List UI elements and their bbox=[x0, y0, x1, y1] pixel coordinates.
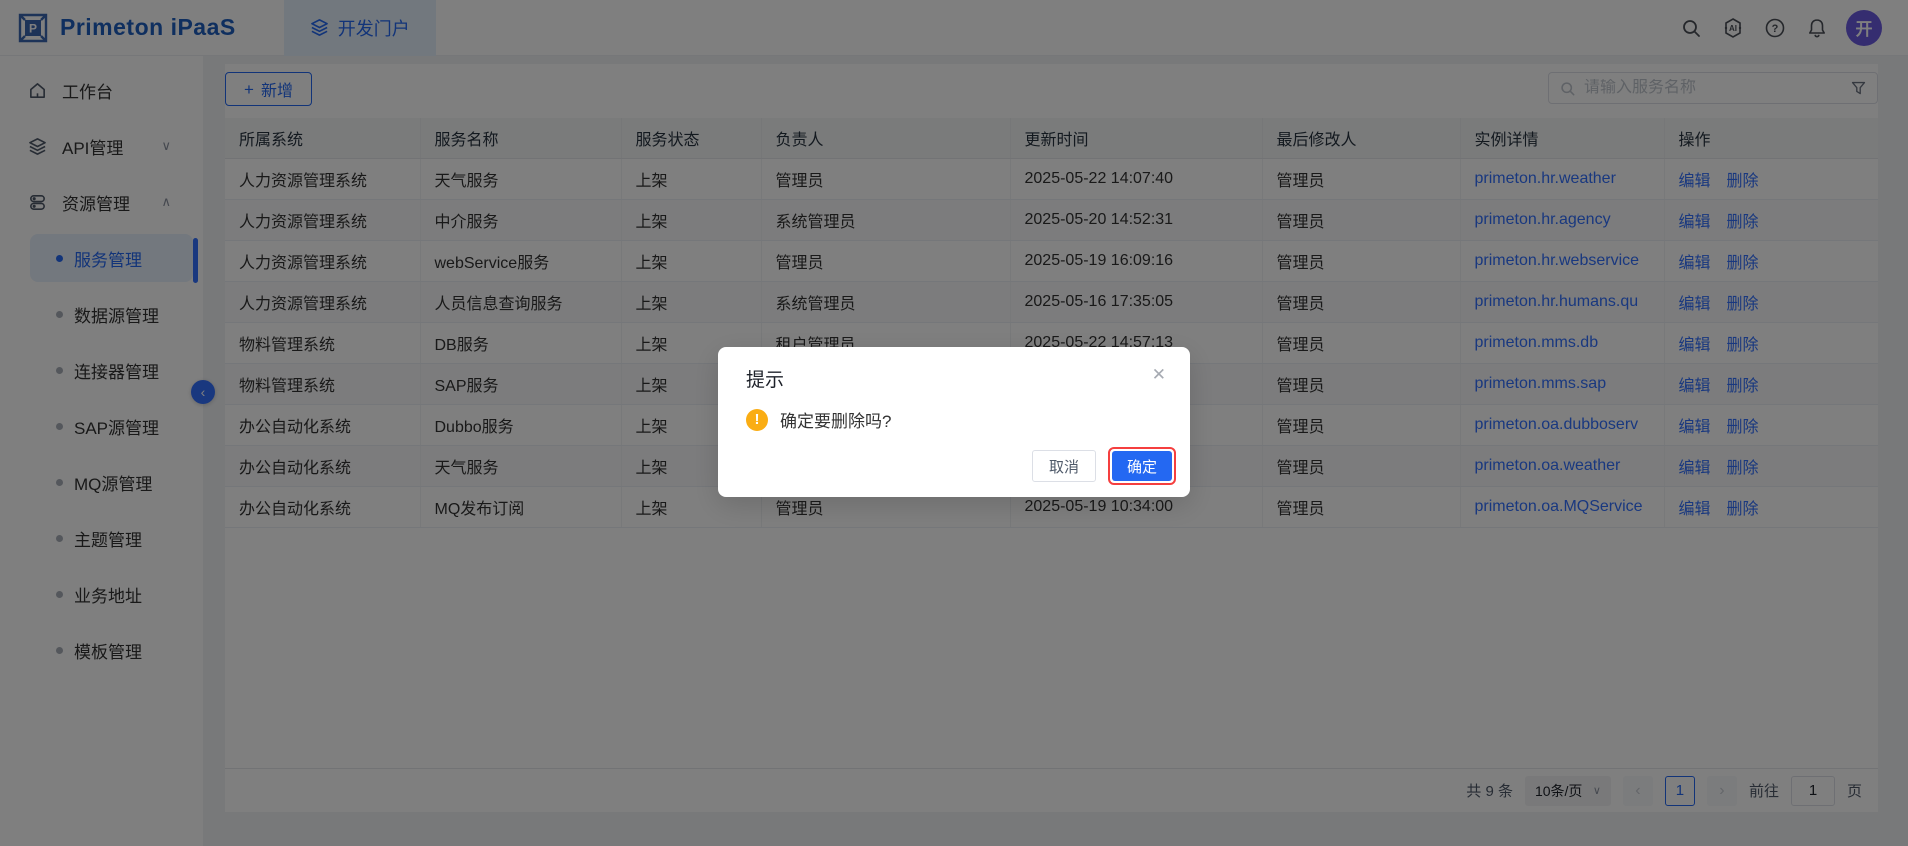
dialog-title: 提示 bbox=[746, 365, 784, 392]
confirm-button[interactable]: 确定 bbox=[1112, 451, 1172, 481]
dialog-message: 确定要删除吗? bbox=[780, 407, 891, 432]
confirm-dialog: 提示 ✕ ! 确定要删除吗? 取消 确定 bbox=[718, 347, 1190, 497]
dialog-body: ! 确定要删除吗? bbox=[746, 407, 891, 432]
cancel-button[interactable]: 取消 bbox=[1032, 450, 1096, 482]
close-icon[interactable]: ✕ bbox=[1148, 361, 1170, 389]
warning-icon: ! bbox=[746, 409, 768, 431]
confirm-focus-ring: 确定 bbox=[1108, 447, 1176, 485]
dialog-footer: 取消 确定 bbox=[1032, 447, 1176, 485]
